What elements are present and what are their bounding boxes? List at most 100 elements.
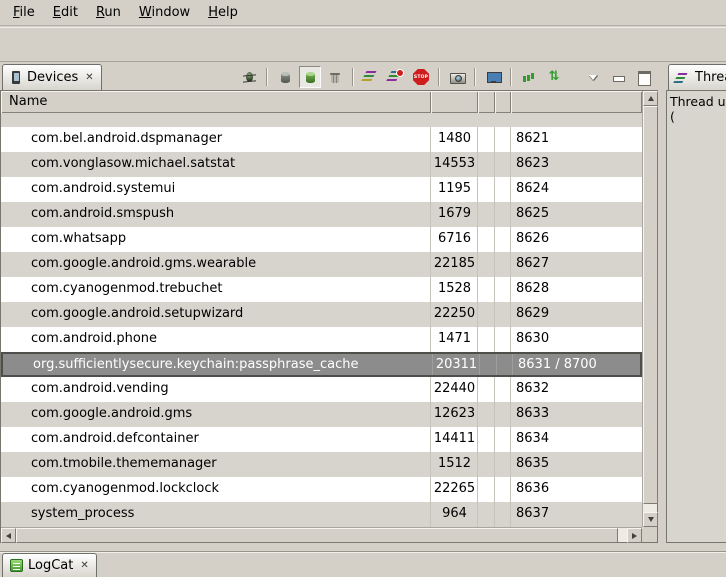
pid-cell: 22185 [431, 252, 478, 277]
column-header-pid[interactable] [431, 91, 478, 113]
process-name-cell: com.google.android.gms.wearable [1, 252, 431, 277]
port-cell: 8626 [511, 227, 642, 252]
menu-bar: FileEditRunWindowHelp [0, 0, 726, 26]
minimize-icon [610, 69, 626, 85]
scroll-down-button[interactable] [643, 512, 658, 527]
capture-video-button[interactable] [482, 66, 504, 88]
table-row[interactable]: com.google.android.gms.wearable22185 8627 [1, 252, 642, 277]
menu-item-file[interactable]: File [4, 2, 44, 23]
toolbar-separator [352, 68, 354, 86]
close-icon[interactable]: ✕ [85, 72, 93, 83]
toolbar-separator [474, 68, 476, 86]
blank-cell [495, 227, 511, 252]
table-row[interactable]: com.google.android.setupwizard222508629 [1, 302, 642, 327]
screen-capture-button[interactable] [446, 66, 468, 88]
column-header-port[interactable] [511, 91, 642, 113]
table-row[interactable]: com.android.defcontainer144118634 [1, 427, 642, 452]
process-name-cell: system_process [1, 502, 431, 527]
cause-gc-icon [327, 69, 343, 85]
table-row[interactable]: com.whatsapp67168626 [1, 227, 642, 252]
scroll-right-button[interactable] [627, 528, 642, 543]
menu-item-edit[interactable]: Edit [44, 2, 87, 23]
table-row[interactable]: com.bel.android.dspmanager14808621 [1, 127, 642, 152]
blank-cell [478, 227, 495, 252]
table-row[interactable]: system_process9648637 [1, 502, 642, 527]
device-table: Name com.bel.android.dspmanager14808621c… [0, 90, 658, 543]
sysinfo-button[interactable] [518, 66, 540, 88]
table-row[interactable]: com.google.android.gms126238633 [1, 402, 642, 427]
blank-cell [478, 502, 495, 527]
process-name-cell: com.cyanogenmod.lockclock [1, 477, 431, 502]
table-row[interactable]: com.android.phone14718630 [1, 327, 642, 352]
port-cell: 8624 [511, 177, 642, 202]
menu-item-run[interactable]: Run [87, 2, 130, 23]
blank-cell [495, 152, 511, 177]
scroll-up-button[interactable] [643, 91, 658, 106]
table-row[interactable]: com.android.vending224408632 [1, 377, 642, 402]
method-profiling-button[interactable] [385, 66, 407, 88]
blank-cell [478, 252, 495, 277]
pid-cell: 1528 [431, 277, 478, 302]
pid-cell: 1195 [431, 177, 478, 202]
menu-item-help[interactable]: Help [199, 2, 247, 23]
vertical-scrollbar[interactable] [642, 91, 657, 527]
maximize-button[interactable] [632, 66, 654, 88]
blank-cell [478, 477, 495, 502]
table-row[interactable]: com.cyanogenmod.trebuchet15288628 [1, 277, 642, 302]
close-icon[interactable]: ✕ [80, 560, 88, 571]
pid-cell: 20311 [433, 354, 480, 375]
column-header-blank2[interactable] [495, 91, 511, 113]
scroll-left-button[interactable] [1, 528, 16, 543]
table-row[interactable]: com.cyanogenmod.lockclock222658636 [1, 477, 642, 502]
threads-panel-content: Thread up( [666, 90, 726, 543]
port-cell: 8636 [511, 477, 642, 502]
debug-button[interactable] [238, 66, 260, 88]
view-menu-button[interactable] [582, 66, 604, 88]
threads-message-line: ( [670, 109, 726, 124]
process-name-cell: org.sufficientlysecure.keychain:passphra… [3, 354, 433, 375]
tab-threads[interactable]: Threads [668, 64, 726, 90]
process-name-cell: com.google.android.gms [1, 402, 431, 427]
table-row[interactable]: com.android.systemui11958624 [1, 177, 642, 202]
stop-process-button[interactable]: STOP [410, 66, 432, 88]
dump-hprof-button[interactable] [299, 66, 321, 88]
process-name-cell: com.bel.android.dspmanager [1, 127, 431, 152]
port-cell: 8625 [511, 202, 642, 227]
blank-cell [478, 427, 495, 452]
blank-cell [495, 502, 511, 527]
blank-cell [495, 427, 511, 452]
port-cell: 8627 [511, 252, 642, 277]
scrollbar-corner [642, 527, 657, 542]
horizontal-scroll-thumb[interactable] [16, 528, 618, 543]
device-table-rows: com.bel.android.dspmanager14808621com.vo… [1, 113, 642, 527]
panel-sash-horizontal[interactable] [0, 543, 726, 551]
cause-gc-button[interactable] [324, 66, 346, 88]
network-stats-button[interactable] [543, 66, 565, 88]
blank-cell [497, 354, 513, 375]
update-heap-button[interactable] [274, 66, 296, 88]
table-row[interactable]: org.sufficientlysecure.keychain:passphra… [1, 352, 642, 377]
vertical-scroll-thumb[interactable] [643, 106, 658, 504]
arrow-up-icon [648, 96, 654, 101]
menu-item-window[interactable]: Window [130, 2, 199, 23]
horizontal-scrollbar[interactable] [1, 527, 642, 542]
tab-devices[interactable]: Devices ✕ [2, 64, 102, 90]
table-row[interactable]: com.tmobile.thememanager15128635 [1, 452, 642, 477]
column-header-name[interactable]: Name [1, 91, 431, 113]
port-cell: 8630 [511, 327, 642, 352]
pid-cell: 1512 [431, 452, 478, 477]
pid-cell: 14411 [431, 427, 478, 452]
table-row[interactable]: com.vonglasow.michael.satstat145538623 [1, 152, 642, 177]
minimize-button[interactable] [607, 66, 629, 88]
blank-cell [495, 452, 511, 477]
update-threads-button[interactable] [360, 66, 382, 88]
table-row[interactable]: com.android.smspush16798625 [1, 202, 642, 227]
blank-cell [495, 252, 511, 277]
network-stats-icon [546, 69, 562, 85]
method-profiling-icon [388, 69, 404, 85]
process-name-cell: com.google.android.setupwizard [1, 302, 431, 327]
tab-logcat[interactable]: LogCat ✕ [2, 553, 97, 577]
arrow-left-icon [6, 533, 11, 539]
column-header-blank1[interactable] [478, 91, 495, 113]
panel-sash-vertical[interactable] [658, 62, 666, 543]
